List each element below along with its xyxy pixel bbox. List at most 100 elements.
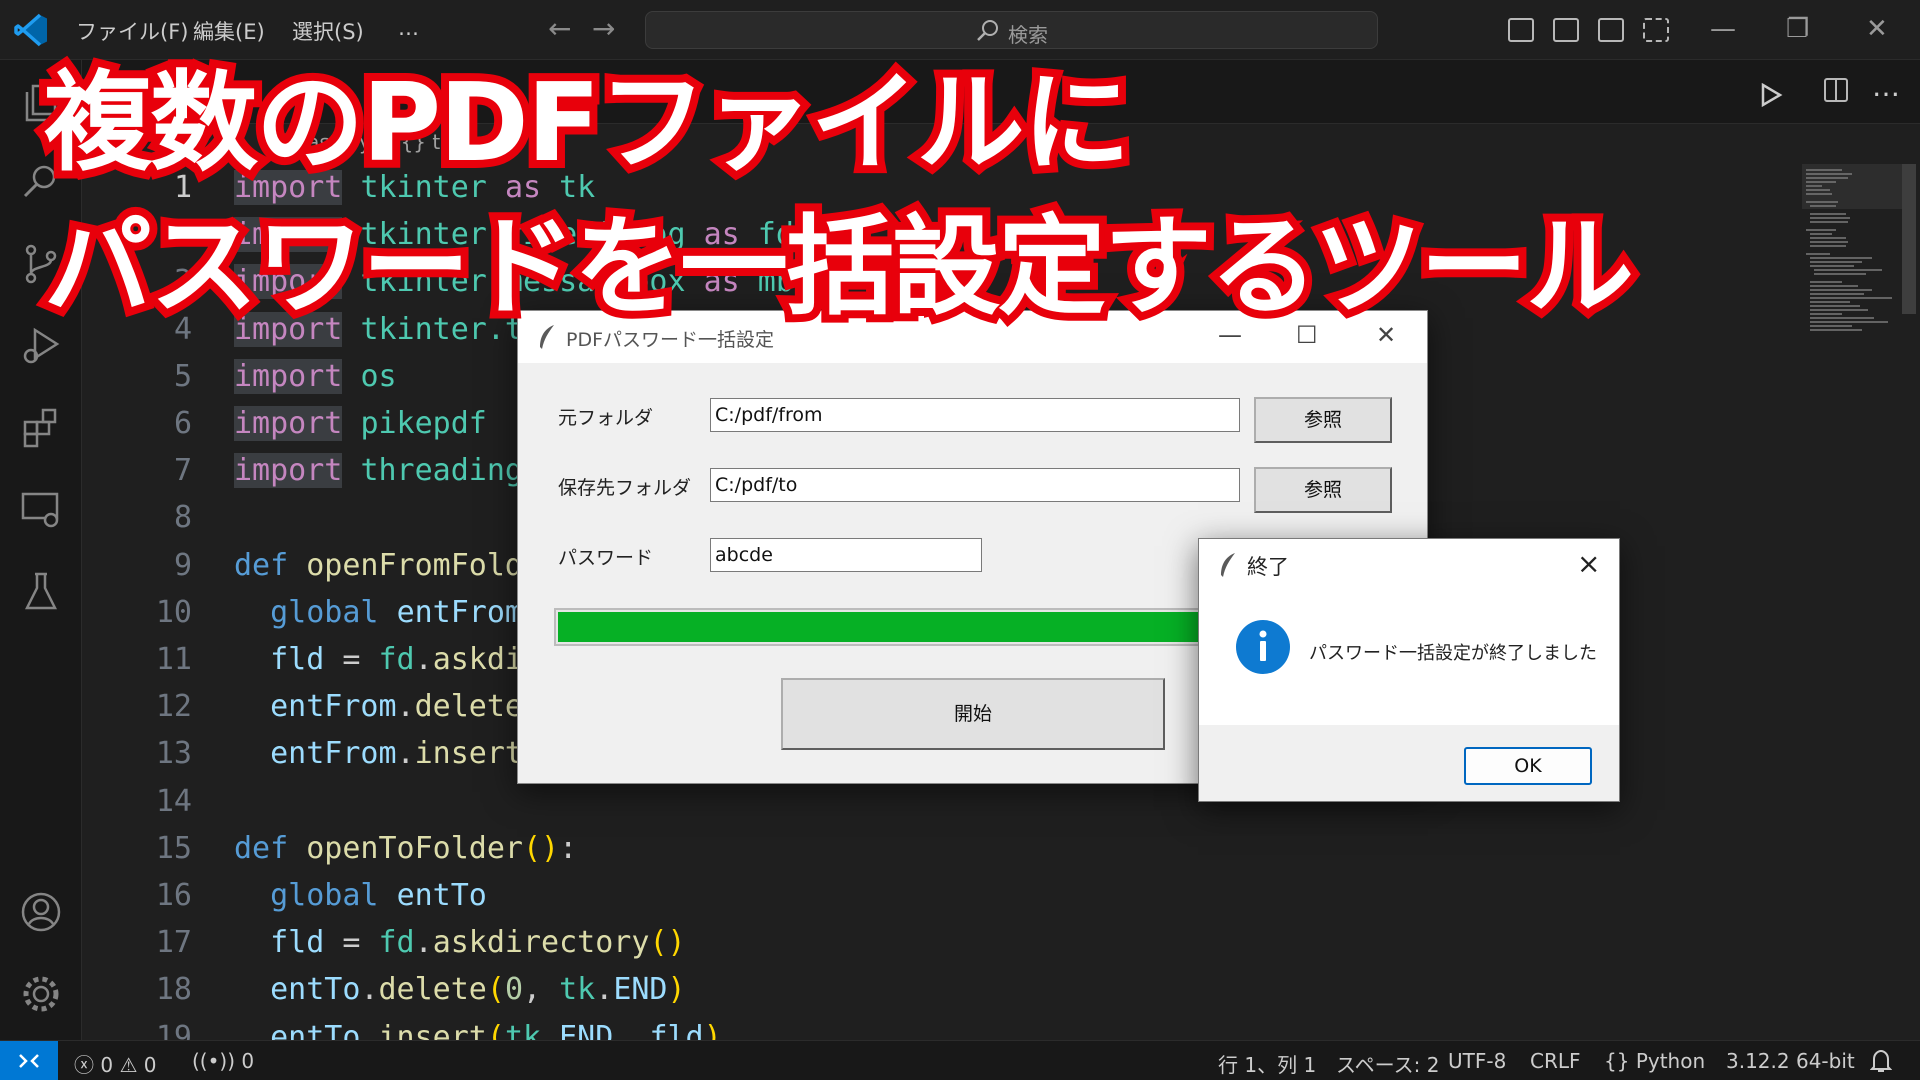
- code-token: global: [270, 594, 379, 630]
- more-actions-icon[interactable]: …: [1872, 70, 1900, 103]
- code-token: END: [613, 972, 668, 1008]
- code-line[interactable]: 17 fld = fd.askdirectory(): [82, 919, 1782, 966]
- code-token: fld: [649, 1019, 704, 1040]
- code-token: global: [270, 878, 379, 913]
- cursor-position[interactable]: 行 1、列 1: [1218, 1049, 1316, 1078]
- ok-button[interactable]: OK: [1464, 747, 1592, 785]
- toggle-secondary-sidebar-icon[interactable]: [1598, 18, 1624, 42]
- split-editor-icon[interactable]: [1824, 78, 1848, 102]
- close-icon[interactable]: ×: [1577, 547, 1600, 580]
- code-token: fd: [378, 642, 415, 677]
- line-number: 6: [173, 406, 192, 441]
- encoding[interactable]: UTF-8: [1448, 1049, 1506, 1073]
- code-token: def: [234, 547, 289, 583]
- to-folder-label: 保存先フォルダ: [558, 477, 692, 499]
- end-of-line[interactable]: CRLF: [1530, 1049, 1581, 1073]
- error-count: 0: [100, 1053, 114, 1077]
- code-token: (): [523, 830, 560, 866]
- code-token: tk: [559, 972, 596, 1008]
- ports-count: 0: [241, 1049, 255, 1073]
- password-input[interactable]: abcde: [710, 538, 982, 572]
- code-line[interactable]: 18 entTo.delete(0, tk.END): [82, 966, 1782, 1013]
- broadcast-icon: ((•)): [192, 1049, 236, 1073]
- restore-icon[interactable]: ❐: [1786, 14, 1809, 44]
- code-line[interactable]: 15 def openToFolder():: [82, 825, 1782, 872]
- from-folder-browse-button[interactable]: 参照: [1254, 397, 1392, 443]
- code-token: :: [559, 830, 578, 866]
- caption-line-1: 複数のPDFファイルに: [36, 53, 1139, 194]
- settings-gear-icon[interactable]: [19, 972, 63, 1016]
- problems-indicator[interactable]: ⓧ 0 ⚠ 0: [74, 1049, 156, 1078]
- code-token: tk: [504, 1019, 542, 1040]
- run-python-file-icon[interactable]: [1758, 82, 1784, 108]
- line-number: 13: [155, 736, 192, 772]
- code-line[interactable]: 16 global entTo: [82, 872, 1782, 919]
- remote-indicator-button[interactable]: [0, 1041, 58, 1080]
- code-token: .: [360, 972, 379, 1008]
- code-token: entFrom: [270, 736, 397, 772]
- code-token: entTo: [270, 1019, 361, 1040]
- language-label: Python: [1635, 1049, 1706, 1073]
- code-token: insert: [378, 1019, 487, 1040]
- code-token: (): [649, 925, 686, 961]
- extensions-icon[interactable]: [19, 406, 63, 450]
- line-code: import threading: [234, 447, 523, 494]
- message-box-body: パスワード一括設定が終了しました: [1199, 591, 1619, 725]
- code-token: import: [234, 358, 343, 394]
- code-line[interactable]: 19 entTo.insert(tk.END, fld): [82, 1014, 1782, 1040]
- line-number: 12: [155, 689, 192, 725]
- code-token: fld: [270, 925, 325, 961]
- to-folder-input[interactable]: C:/pdf/to: [710, 468, 1240, 502]
- code-token: insert: [414, 736, 523, 772]
- code-token: delete: [378, 972, 487, 1008]
- code-token: askdirectory: [432, 925, 650, 961]
- message-box-titlebar[interactable]: 終了 ×: [1199, 539, 1619, 591]
- line-number: 10: [155, 594, 192, 630]
- code-token: ): [703, 1019, 722, 1040]
- ports-indicator[interactable]: ((•)) 0: [192, 1049, 254, 1073]
- code-token: .: [360, 1019, 379, 1040]
- line-number: 11: [155, 642, 192, 677]
- testing-icon[interactable]: [19, 570, 63, 614]
- warning-count: 0: [143, 1053, 157, 1077]
- minimize-icon[interactable]: —: [1710, 14, 1736, 44]
- code-token: fld: [270, 642, 325, 677]
- code-token: .: [414, 925, 433, 961]
- language-mode[interactable]: {} Python: [1604, 1049, 1705, 1073]
- start-button[interactable]: 開始: [781, 678, 1165, 750]
- code-token: def: [234, 830, 289, 866]
- toggle-primary-sidebar-icon[interactable]: [1508, 18, 1534, 42]
- customize-layout-icon[interactable]: [1643, 18, 1669, 42]
- code-token: .: [396, 736, 415, 772]
- minimap[interactable]: [1802, 164, 1902, 364]
- remote-explorer-icon[interactable]: [19, 488, 63, 532]
- toggle-panel-icon[interactable]: [1553, 18, 1579, 42]
- python-interpreter[interactable]: 3.12.2 64-bit: [1726, 1049, 1855, 1073]
- code-token: =: [324, 925, 379, 961]
- to-folder-browse-button[interactable]: 参照: [1254, 467, 1392, 513]
- from-folder-input[interactable]: C:/pdf/from: [710, 398, 1240, 432]
- notifications-bell-icon[interactable]: [1870, 1049, 1892, 1073]
- line-number: 14: [155, 783, 192, 819]
- vertical-scrollbar[interactable]: [1902, 164, 1916, 314]
- account-icon[interactable]: [19, 890, 63, 934]
- code-token: fd: [378, 925, 415, 961]
- line-code: entTo.delete(0, tk.END): [234, 966, 686, 1013]
- line-code: import pikepdf: [234, 400, 487, 447]
- close-icon[interactable]: ✕: [1866, 14, 1888, 44]
- code-token: (: [486, 1019, 505, 1040]
- line-number: 18: [155, 972, 192, 1008]
- line-number: 9: [173, 547, 192, 583]
- tk-feather-icon: [1221, 553, 1235, 577]
- indentation[interactable]: スペース: 2: [1336, 1049, 1439, 1078]
- line-code: def openToFolder():: [234, 825, 577, 872]
- code-token: ): [667, 972, 686, 1008]
- line-number: 19: [155, 1019, 192, 1040]
- password-label: パスワード: [558, 547, 654, 569]
- status-bar: ⓧ 0 ⚠ 0 ((•)) 0 行 1、列 1 スペース: 2 UTF-8 CR…: [0, 1040, 1920, 1080]
